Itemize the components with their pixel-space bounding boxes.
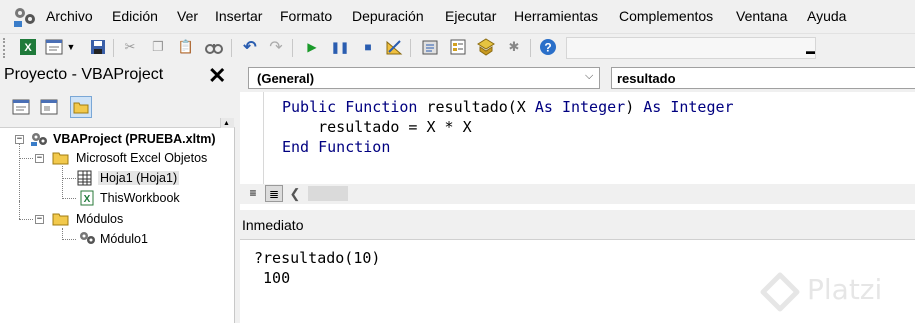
project-titlebar: Proyecto - VBAProject ✕ xyxy=(0,62,235,90)
code-line-2: resultado = X * X xyxy=(282,118,472,136)
toolbar-grip[interactable] xyxy=(3,38,9,58)
menu-depuracion[interactable]: Depuración xyxy=(352,8,424,24)
toolbar-separator xyxy=(292,39,293,57)
menu-ayuda[interactable]: Ayuda xyxy=(807,8,846,24)
toolbar-separator xyxy=(530,39,531,57)
svg-text:?: ? xyxy=(544,41,551,55)
code-text: resultado(X xyxy=(417,98,535,116)
menu-edicion[interactable]: Edición xyxy=(112,8,158,24)
full-module-view-icon[interactable]: ≣ xyxy=(265,185,283,202)
help-icon[interactable]: ? xyxy=(538,37,558,57)
project-title: Proyecto - VBAProject xyxy=(4,66,164,83)
code-line-1: Public Function resultado(X As Integer) … xyxy=(282,97,734,117)
standard-toolbar: X ▼ ✂ ❐ 📋 ↶ ↷ ▶ ❚❚ ■ ✱ ? ▬ xyxy=(0,33,915,62)
menu-archivo[interactable]: Archivo xyxy=(46,8,93,24)
immediate-line-2: 100 xyxy=(254,269,291,287)
menu-bar: Archivo Edición Ver Insertar Formato Dep… xyxy=(0,0,915,33)
reset-icon[interactable]: ■ xyxy=(358,37,378,57)
project-toolbar: ▲ ▼ xyxy=(0,90,235,156)
code-line-3: End Function xyxy=(282,138,391,156)
svg-text:X: X xyxy=(84,194,91,205)
code-margin xyxy=(240,92,264,184)
toggle-folders-icon[interactable] xyxy=(70,96,92,118)
redo-icon[interactable]: ↷ xyxy=(266,37,286,57)
procedure-combo[interactable]: resultado xyxy=(611,67,915,89)
project-explorer-pane: Proyecto - VBAProject ✕ ▲ ▼ − VBAProject xyxy=(0,62,235,323)
expander-excel-objects[interactable]: − xyxy=(35,154,44,163)
procedure-combo-value: resultado xyxy=(617,71,676,86)
view-object-icon[interactable] xyxy=(38,96,60,118)
immediate-titlebar: Inmediato xyxy=(240,212,915,240)
worksheet-icon xyxy=(77,170,92,186)
procedure-view-icon[interactable]: ≡ xyxy=(246,185,260,202)
immediate-line-1: ?resultado(10) xyxy=(254,249,381,267)
save-icon[interactable] xyxy=(88,37,108,57)
code-keyword: As Integer xyxy=(534,98,626,116)
menu-ventana[interactable]: Ventana xyxy=(736,8,787,24)
tree-node-vbaproject[interactable]: VBAProject (PRUEBA.xltm) xyxy=(53,132,216,146)
toolbox-icon[interactable]: ✱ xyxy=(504,37,524,57)
paste-icon[interactable]: 📋 xyxy=(176,37,196,57)
menu-complementos[interactable]: Complementos xyxy=(619,8,713,24)
menu-insertar[interactable]: Insertar xyxy=(215,8,262,24)
tree-node-hoja1[interactable]: Hoja1 (Hoja1) xyxy=(98,171,180,185)
procedure-bar: (General) ⌵ resultado xyxy=(240,62,915,92)
code-bottom-bar: ≡ ≣ ❮ xyxy=(240,184,915,204)
vba-app-icon xyxy=(14,8,35,27)
design-mode-icon[interactable] xyxy=(384,37,404,57)
undo-icon[interactable]: ↶ xyxy=(240,37,260,57)
immediate-title: Inmediato xyxy=(242,217,304,233)
platzi-logo-icon xyxy=(760,272,800,312)
tree-node-thisworkbook[interactable]: ThisWorkbook xyxy=(100,191,180,205)
object-browser-icon[interactable] xyxy=(476,37,496,57)
menu-ejecutar[interactable]: Ejecutar xyxy=(445,8,496,24)
find-icon[interactable] xyxy=(204,37,224,57)
horizontal-scroll-thumb[interactable] xyxy=(308,186,348,201)
toolbar-separator xyxy=(410,39,411,57)
folder-open-icon xyxy=(52,152,69,165)
copy-icon[interactable]: ❐ xyxy=(148,37,168,57)
dropdown-arrow-icon[interactable]: ▼ xyxy=(64,37,78,57)
module-icon xyxy=(80,232,95,244)
tree-node-module1[interactable]: Módulo1 xyxy=(100,232,148,246)
menu-formato[interactable]: Formato xyxy=(280,8,332,24)
workbook-icon: X xyxy=(80,190,94,206)
menu-herramientas[interactable]: Herramientas xyxy=(514,8,598,24)
svg-text:X: X xyxy=(24,42,32,54)
cut-icon[interactable]: ✂ xyxy=(120,37,140,57)
expander-modules[interactable]: − xyxy=(35,215,44,224)
scroll-left-icon[interactable]: ❮ xyxy=(286,185,304,202)
toolbar-overflow-icon[interactable]: ▬ xyxy=(806,44,816,58)
insert-module-icon[interactable] xyxy=(44,37,64,57)
chevron-down-icon[interactable]: ⌵ xyxy=(585,70,593,83)
object-combo-value: (General) xyxy=(257,71,315,86)
code-keyword: As Integer xyxy=(643,98,734,116)
location-display xyxy=(566,37,816,59)
scroll-up-icon[interactable]: ▲ xyxy=(223,120,230,127)
code-window: (General) ⌵ resultado Public Function re… xyxy=(240,62,915,210)
expander-vbaproject[interactable]: − xyxy=(15,135,24,144)
project-tree: − VBAProject (PRUEBA.xltm) − Microsoft E… xyxy=(0,128,234,323)
excel-icon[interactable]: X xyxy=(18,37,38,57)
run-icon[interactable]: ▶ xyxy=(302,37,322,57)
tree-node-modules[interactable]: Módulos xyxy=(76,212,123,226)
code-text: ) xyxy=(625,98,644,116)
watermark-text: Platzi xyxy=(807,273,883,306)
object-combo[interactable]: (General) ⌵ xyxy=(248,67,600,89)
project-explorer-icon[interactable] xyxy=(420,37,440,57)
toolbar-separator xyxy=(231,39,232,57)
break-icon[interactable]: ❚❚ xyxy=(330,37,350,57)
tree-node-excel-objects[interactable]: Microsoft Excel Objetos xyxy=(76,151,207,165)
folder-open-icon xyxy=(52,213,69,226)
vbaproject-icon xyxy=(31,133,47,146)
platzi-watermark: Platzi xyxy=(752,268,912,314)
menu-ver[interactable]: Ver xyxy=(177,8,198,24)
view-code-icon[interactable] xyxy=(10,96,32,118)
code-editor[interactable]: Public Function resultado(X As Integer) … xyxy=(240,92,915,184)
toolbar-separator xyxy=(113,39,114,57)
close-icon[interactable]: ✕ xyxy=(208,64,226,88)
properties-icon[interactable] xyxy=(448,37,468,57)
code-keyword: Public Function xyxy=(282,98,418,116)
